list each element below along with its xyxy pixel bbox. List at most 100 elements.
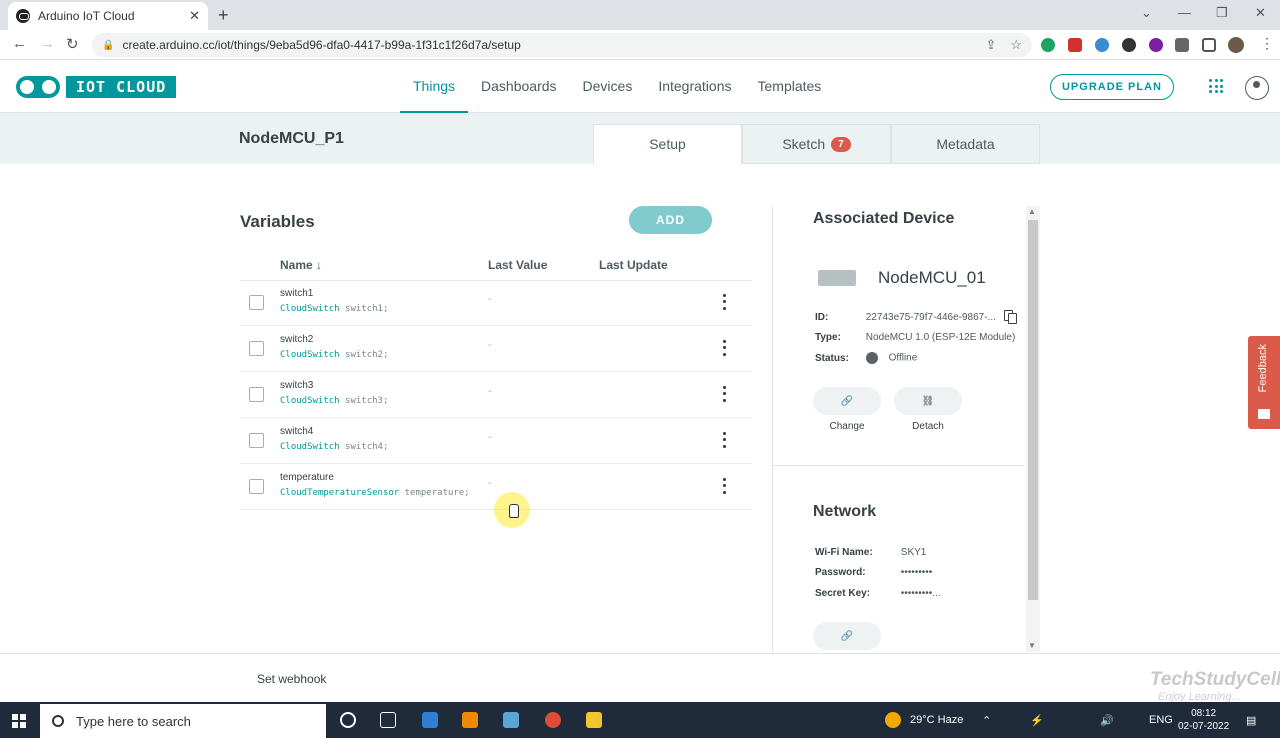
last-value: -: [488, 340, 492, 351]
nav-things[interactable]: Things: [400, 60, 469, 113]
row-checkbox[interactable]: [249, 433, 264, 448]
wifi-name: Wi-Fi Name: SKY1: [815, 547, 926, 558]
tab-metadata[interactable]: Metadata: [891, 124, 1040, 164]
browser-menu-icon[interactable]: ⋮: [1260, 35, 1274, 52]
set-webhook-link[interactable]: Set webhook: [257, 672, 326, 686]
cortana-icon[interactable]: [340, 712, 356, 728]
row-checkbox[interactable]: [249, 295, 264, 310]
close-tab-icon[interactable]: ✕: [189, 8, 200, 24]
secret-key-label: Secret Key:: [815, 588, 871, 599]
nav-devices[interactable]: Devices: [570, 60, 646, 113]
scroll-up-icon[interactable]: ▲: [1028, 207, 1036, 216]
change-device-button[interactable]: 🔗: [813, 387, 881, 415]
feedback-tab[interactable]: Feedback: [1248, 336, 1280, 429]
task-view-icon[interactable]: [380, 712, 396, 728]
share-icon[interactable]: ⇪: [985, 37, 996, 53]
row-checkbox[interactable]: [249, 479, 264, 494]
minimize-icon[interactable]: —: [1178, 5, 1191, 20]
scroll-down-icon[interactable]: ▼: [1028, 641, 1036, 650]
reload-icon[interactable]: ↻: [66, 35, 79, 53]
vlc-icon[interactable]: [462, 712, 478, 728]
maximize-icon[interactable]: ❐: [1216, 5, 1228, 21]
nav-integrations[interactable]: Integrations: [645, 60, 744, 113]
row-more-icon[interactable]: [718, 338, 730, 358]
bookmark-star-icon[interactable]: ☆: [1010, 37, 1022, 53]
table-row[interactable]: switch2 CloudSwitch switch2; -: [240, 326, 752, 372]
file-explorer-icon[interactable]: [586, 712, 602, 728]
copy-icon[interactable]: [1004, 310, 1018, 324]
weather-text[interactable]: 29°C Haze: [910, 714, 963, 726]
panel-divider: [773, 465, 1025, 466]
profile-avatar[interactable]: [1228, 37, 1244, 53]
change-network-button[interactable]: 🔗: [813, 622, 881, 650]
tab-setup[interactable]: Setup: [593, 124, 742, 164]
extension-icon[interactable]: [1122, 38, 1136, 52]
table-row[interactable]: switch3 CloudSwitch switch3; -: [240, 372, 752, 418]
browser-tab[interactable]: Arduino IoT Cloud ✕: [8, 2, 208, 30]
tab-setup-label: Setup: [649, 136, 686, 152]
arduino-infinity-icon: [16, 76, 60, 98]
variable-decl-text: switch3;: [339, 396, 389, 406]
device-name[interactable]: NodeMCU_01: [878, 268, 986, 288]
flash-extension-icon[interactable]: [1068, 38, 1082, 52]
network-icon[interactable]: ⚡: [1030, 714, 1044, 727]
detach-device-button[interactable]: ⛓: [894, 387, 962, 415]
variable-type: CloudSwitch: [280, 350, 340, 360]
variable-type: CloudSwitch: [280, 304, 340, 314]
app-taskbar-icon[interactable]: [422, 712, 438, 728]
thing-name[interactable]: NodeMCU_P1: [239, 130, 344, 148]
tray-chevron-icon[interactable]: ⌃: [982, 714, 991, 727]
table-row[interactable]: switch1 CloudSwitch switch1; -: [240, 280, 752, 326]
nav-dashboards[interactable]: Dashboards: [468, 60, 570, 113]
taskbar-clock[interactable]: 08:12 02-07-2022: [1178, 707, 1229, 733]
variable-declaration: CloudSwitch switch1;: [280, 304, 388, 314]
back-icon[interactable]: ←: [12, 35, 27, 52]
browser-tab-bar: Arduino IoT Cloud ✕ + ⌄ — ❐ ✕: [0, 0, 1280, 30]
row-more-icon[interactable]: [718, 384, 730, 404]
arduino-logo[interactable]: IOT CLOUD: [16, 76, 177, 98]
app-taskbar-icon[interactable]: [503, 712, 519, 728]
extension-icon[interactable]: [1095, 38, 1109, 52]
variable-decl-text: switch2;: [339, 350, 389, 360]
column-name[interactable]: Name ↓: [280, 258, 322, 272]
grammarly-extension-icon[interactable]: [1041, 38, 1055, 52]
scrollbar-thumb[interactable]: [1028, 220, 1038, 600]
user-avatar[interactable]: [1245, 76, 1269, 100]
associated-device-title: Associated Device: [813, 210, 955, 227]
volume-icon[interactable]: 🔊: [1100, 714, 1114, 727]
new-tab-icon[interactable]: +: [218, 5, 229, 26]
watermark: TechStudyCell: [1150, 669, 1280, 690]
row-more-icon[interactable]: [718, 292, 730, 312]
url-field[interactable]: 🔒 create.arduino.cc/iot/things/9eba5d96-…: [92, 33, 1032, 57]
notifications-icon[interactable]: ▤: [1246, 714, 1256, 727]
row-checkbox[interactable]: [249, 341, 264, 356]
side-panel-icon[interactable]: [1202, 38, 1216, 52]
puzzle-extensions-icon[interactable]: [1175, 38, 1189, 52]
unlink-icon: ⛓: [921, 395, 935, 407]
apps-grid-icon[interactable]: [1209, 79, 1223, 93]
table-row[interactable]: switch4 CloudSwitch switch4; -: [240, 418, 752, 464]
bottom-bar: Set webhook TechStudyCell Enjoy Learning…: [0, 653, 1280, 703]
tab-sketch[interactable]: Sketch 7: [742, 124, 891, 164]
language-indicator[interactable]: ENG: [1149, 714, 1173, 726]
status-dot-icon: [865, 352, 878, 364]
extension-icon[interactable]: [1149, 38, 1163, 52]
chrome-icon[interactable]: [545, 712, 561, 728]
detach-label: Detach: [912, 421, 944, 432]
forward-icon[interactable]: →: [40, 35, 55, 52]
nav-templates[interactable]: Templates: [745, 60, 835, 113]
chat-icon: [1258, 409, 1270, 419]
row-checkbox[interactable]: [249, 387, 264, 402]
sort-arrow-down-icon: ↓: [316, 258, 323, 272]
upgrade-plan-button[interactable]: UPGRADE PLAN: [1050, 74, 1174, 100]
secret-key: Secret Key: •••••••••...: [815, 588, 941, 599]
close-window-icon[interactable]: ✕: [1255, 5, 1266, 21]
windows-start-icon[interactable]: [12, 714, 26, 728]
variable-decl-text: switch1;: [339, 304, 389, 314]
taskbar-search-input[interactable]: Type here to search: [40, 704, 326, 738]
device-status: Status: Offline: [815, 352, 917, 364]
row-more-icon[interactable]: [718, 430, 730, 450]
tab-search-icon[interactable]: ⌄: [1141, 5, 1152, 21]
row-more-icon[interactable]: [718, 476, 730, 496]
add-variable-button[interactable]: ADD: [629, 206, 712, 234]
